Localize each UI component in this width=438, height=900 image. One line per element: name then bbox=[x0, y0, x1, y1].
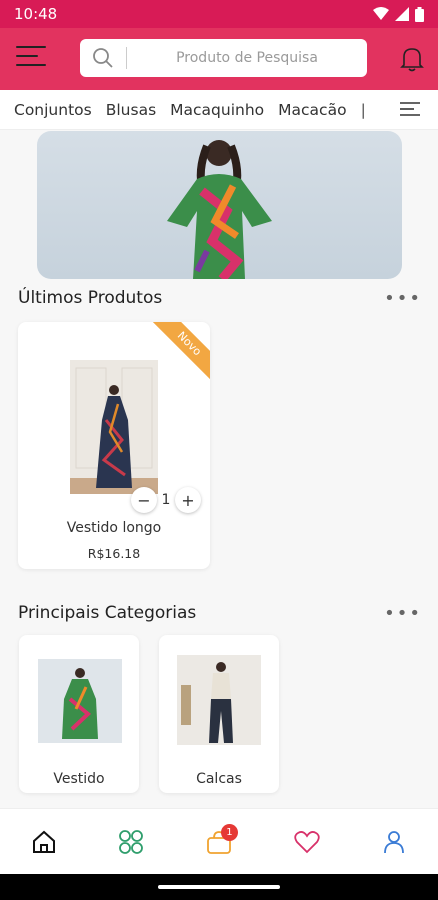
decrease-button[interactable]: − bbox=[131, 487, 157, 513]
cart-badge: 1 bbox=[220, 823, 238, 841]
category-card[interactable]: Calcas bbox=[159, 635, 279, 793]
gesture-bar bbox=[0, 874, 438, 900]
bell-icon[interactable] bbox=[400, 46, 424, 76]
profile-icon[interactable] bbox=[374, 822, 414, 862]
product-card[interactable]: Novo − 1 + Vestido longo R$16.18 bbox=[18, 322, 210, 569]
home-icon[interactable] bbox=[24, 822, 64, 862]
menu-icon[interactable] bbox=[16, 46, 46, 70]
wifi-icon bbox=[373, 7, 389, 20]
app-bar: Produto de Pesquisa bbox=[0, 28, 438, 90]
category-tab[interactable]: Macaquinho bbox=[170, 101, 264, 119]
cart-icon[interactable]: 1 bbox=[199, 822, 239, 862]
section-title-categories: Principais Categorias bbox=[18, 603, 197, 623]
status-bar: 10:48 bbox=[0, 0, 438, 28]
category-tab[interactable]: Conjuntos bbox=[14, 101, 92, 119]
category-tabs: Conjuntos Blusas Macaquinho Macacão | bbox=[0, 90, 438, 130]
category-image bbox=[38, 659, 122, 743]
new-ribbon: Novo bbox=[150, 322, 210, 383]
filter-icon[interactable] bbox=[400, 102, 420, 120]
heart-icon[interactable] bbox=[287, 822, 327, 862]
category-card[interactable]: Vestido bbox=[19, 635, 139, 793]
section-title-latest: Últimos Produtos bbox=[18, 288, 163, 308]
bottom-nav: 1 bbox=[0, 808, 438, 874]
more-options-icon[interactable]: ••• bbox=[384, 288, 422, 309]
category-image bbox=[177, 655, 261, 745]
product-name: Vestido longo bbox=[66, 520, 162, 536]
category-name: Calcas bbox=[196, 771, 242, 787]
status-time: 10:48 bbox=[14, 5, 58, 23]
categories-icon[interactable] bbox=[111, 822, 151, 862]
quantity-stepper: − 1 + bbox=[131, 487, 201, 513]
signal-icon bbox=[395, 7, 409, 21]
home-indicator[interactable] bbox=[158, 885, 280, 889]
category-name: Vestido bbox=[53, 771, 105, 787]
battery-icon bbox=[415, 6, 424, 22]
more-options-icon[interactable]: ••• bbox=[384, 603, 422, 624]
promo-banner[interactable] bbox=[37, 131, 402, 279]
search-icon bbox=[80, 47, 126, 69]
product-price: R$16.18 bbox=[87, 546, 141, 561]
increase-button[interactable]: + bbox=[175, 487, 201, 513]
search-input[interactable]: Produto de Pesquisa bbox=[127, 50, 367, 66]
category-tab[interactable]: Macacão bbox=[278, 101, 346, 119]
search-bar[interactable]: Produto de Pesquisa bbox=[80, 39, 367, 77]
product-image bbox=[70, 360, 158, 494]
category-tab[interactable]: Blusas bbox=[106, 101, 156, 119]
banner-image bbox=[167, 140, 272, 279]
quantity-value: 1 bbox=[161, 492, 171, 508]
